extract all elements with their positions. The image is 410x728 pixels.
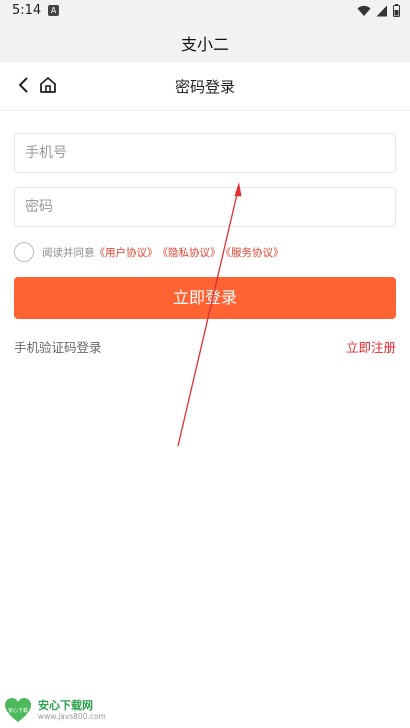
service-agreement-link[interactable]: 《服务协议》 <box>221 245 284 260</box>
agree-prefix: 阅读并同意 <box>42 246 95 259</box>
status-bar: 5:14 A <box>0 0 410 22</box>
watermark: 安心下载 安心下载网 www.javs800.com <box>4 696 106 724</box>
battery-icon <box>393 4 400 17</box>
heart-logo-icon: 安心下载 <box>5 698 31 722</box>
watermark-logo-text: 安心下载 <box>8 707 28 714</box>
login-button[interactable]: 立即登录 <box>14 277 396 319</box>
privacy-agreement-link[interactable]: 《隐私协议》 <box>158 245 221 260</box>
nav-bar: 密码登录 <box>0 62 410 111</box>
phone-input[interactable] <box>15 134 395 172</box>
status-time: 5:14 <box>12 3 42 18</box>
app-title-bar: 支小二 <box>0 22 410 62</box>
status-icons <box>357 4 400 17</box>
agreement-row: 阅读并同意 《用户协议》 《隐私协议》 《服务协议》 <box>14 241 284 263</box>
watermark-url: www.javs800.com <box>38 711 106 721</box>
phone-field[interactable] <box>14 133 396 173</box>
register-link[interactable]: 立即注册 <box>346 337 396 356</box>
watermark-title: 安心下载网 <box>38 698 93 712</box>
signal-icon <box>376 5 387 16</box>
agree-checkbox[interactable] <box>14 242 34 262</box>
password-input[interactable] <box>15 188 395 226</box>
page-title: 密码登录 <box>174 78 235 96</box>
sms-login-link[interactable]: 手机验证码登录 <box>14 337 102 356</box>
notification-icon: A <box>48 5 59 16</box>
app-title: 支小二 <box>180 35 229 54</box>
watermark-text: 安心下载网 www.javs800.com <box>38 699 106 722</box>
user-agreement-link[interactable]: 《用户协议》 <box>95 245 158 260</box>
wifi-icon <box>357 5 371 16</box>
password-field[interactable] <box>14 187 396 227</box>
